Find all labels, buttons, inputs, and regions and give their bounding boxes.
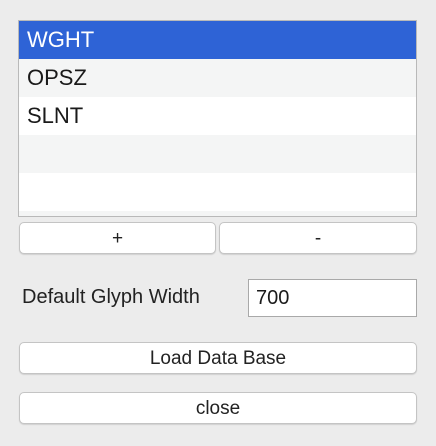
list-empty-row: [19, 211, 416, 216]
list-item-slnt[interactable]: SLNT: [19, 97, 416, 135]
list-empty-row: [19, 173, 416, 211]
default-glyph-width-label: Default Glyph Width: [22, 286, 200, 308]
add-axis-button[interactable]: +: [19, 222, 216, 254]
close-button[interactable]: close: [19, 392, 417, 424]
list-empty-row: [19, 135, 416, 173]
list-item-label: SLNT: [27, 103, 84, 128]
axes-list[interactable]: WGHT OPSZ SLNT: [18, 20, 417, 217]
remove-axis-button[interactable]: -: [219, 222, 417, 254]
list-item-label: WGHT: [27, 27, 95, 52]
default-glyph-width-input[interactable]: [248, 279, 417, 317]
list-item-label: OPSZ: [27, 65, 87, 90]
list-item-opsz[interactable]: OPSZ: [19, 59, 416, 97]
load-data-base-button[interactable]: Load Data Base: [19, 342, 417, 374]
list-item-wght[interactable]: WGHT: [19, 21, 416, 59]
